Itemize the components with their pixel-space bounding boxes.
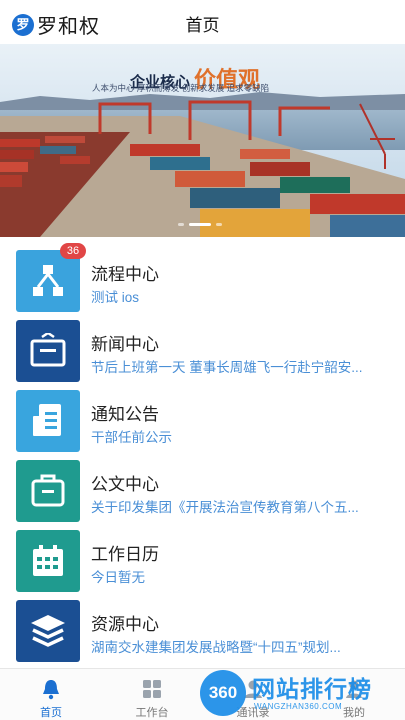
layers-icon xyxy=(16,600,80,662)
module-flow-center[interactable]: 36 流程中心 测试 ios xyxy=(0,243,405,316)
carousel-dot[interactable] xyxy=(216,223,222,226)
watermark-url: WANGZHAN360.COM xyxy=(254,702,343,711)
grid-icon xyxy=(143,680,161,698)
module-official-docs[interactable]: 公文中心 关于印发集团《开展法治宣传教育第八个五... xyxy=(0,456,405,526)
module-list: 36 流程中心 测试 ios 新闻中心 节后上班第一天 董事长周雄飞一行赴宁韶安… xyxy=(0,243,405,666)
watermark-text: 网站排行榜 xyxy=(252,676,372,702)
page-title: 首页 xyxy=(185,16,220,35)
module-subtitle: 节后上班第一天 董事长周雄飞一行赴宁韶安... xyxy=(91,360,363,375)
module-title: 资源中心 xyxy=(91,615,159,634)
module-title: 新闻中心 xyxy=(91,335,159,354)
module-work-calendar[interactable]: 工作日历 今日暂无 xyxy=(0,526,405,596)
unread-badge: 36 xyxy=(60,243,86,259)
module-title: 工作日历 xyxy=(91,545,159,564)
nav-label: 工作台 xyxy=(135,707,169,719)
carousel-dot[interactable] xyxy=(178,223,184,226)
module-subtitle: 测试 ios xyxy=(91,290,140,305)
module-news-center[interactable]: 新闻中心 节后上班第一天 董事长周雄飞一行赴宁韶安... xyxy=(0,316,405,386)
carousel-indicators xyxy=(178,223,222,226)
module-resource-center[interactable]: 资源中心 湖南交水建集团发展战略暨“十四五”规划... xyxy=(0,596,405,666)
module-title: 流程中心 xyxy=(91,265,159,284)
site-watermark: 360 网站排行榜 WANGZHAN360.COM xyxy=(196,668,405,720)
module-subtitle: 关于印发集团《开展法治宣传教育第八个五... xyxy=(91,500,359,515)
carousel-dot-active[interactable] xyxy=(189,223,211,226)
banner-carousel[interactable]: 企业核心 价值观 人本为中心 厚积而薄发 创新求发展 追求零缺陷 xyxy=(0,44,405,237)
module-subtitle: 今日暂无 xyxy=(91,570,145,585)
news-briefcase-icon xyxy=(16,320,80,382)
calendar-icon xyxy=(16,530,80,592)
module-subtitle: 湖南交水建集团发展战略暨“十四五”规划... xyxy=(91,640,341,655)
document-bag-icon xyxy=(16,460,80,522)
nav-home[interactable]: 首页 xyxy=(16,669,86,720)
flow-chart-icon xyxy=(16,250,80,312)
bell-icon xyxy=(43,680,59,700)
module-notice[interactable]: 通知公告 干部任前公示 xyxy=(0,386,405,456)
nav-workbench[interactable]: 工作台 xyxy=(117,669,187,720)
notice-document-icon xyxy=(16,390,80,452)
module-title: 通知公告 xyxy=(91,405,159,424)
app-header: 罗 罗和权 首页 xyxy=(0,0,405,44)
module-title: 公文中心 xyxy=(91,475,159,494)
slogan-sub: 人本为中心 厚积而薄发 创新求发展 追求零缺陷 xyxy=(92,83,270,93)
module-subtitle: 干部任前公示 xyxy=(91,430,172,445)
watermark-badge: 360 xyxy=(200,670,246,716)
nav-label: 首页 xyxy=(40,707,62,719)
